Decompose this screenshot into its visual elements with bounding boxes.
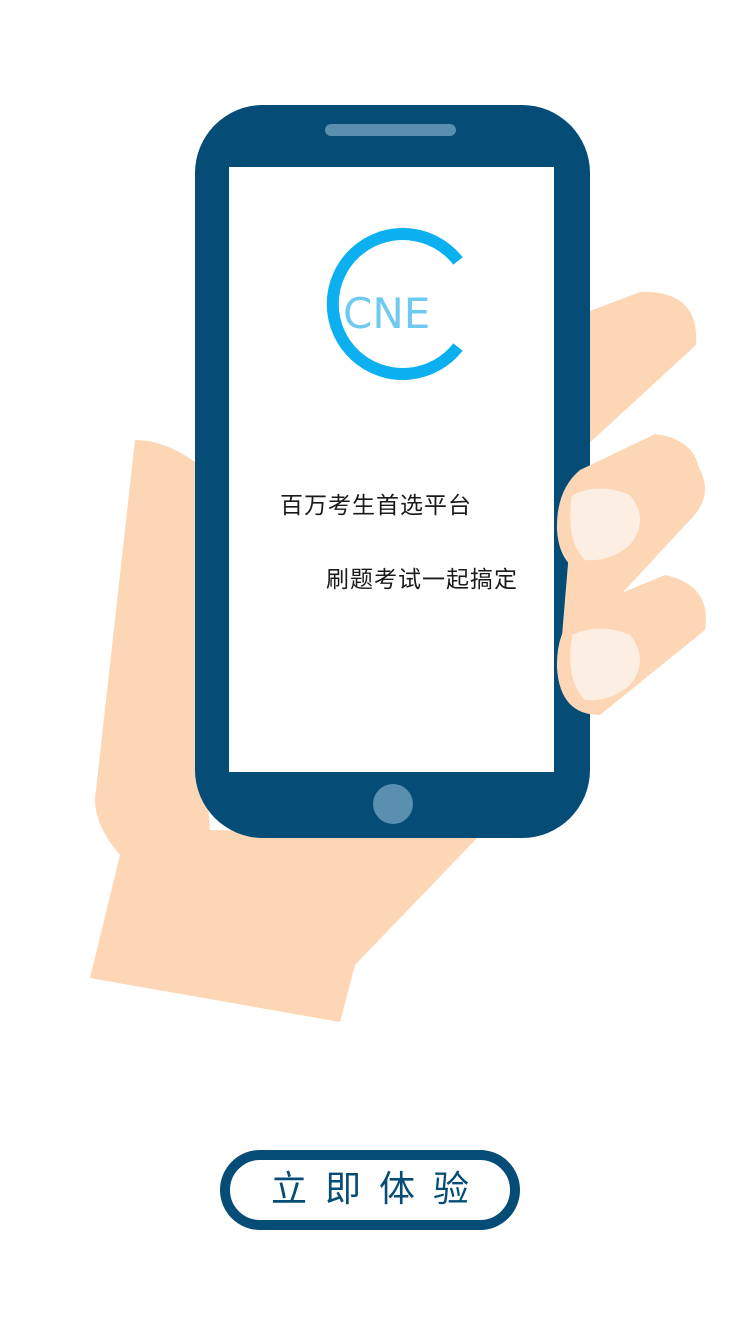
hand-holding-phone-illustration: CNE <box>90 105 706 1022</box>
speaker-slot <box>325 124 456 136</box>
splash-page: CNE 百万考生首选平台 刷题考试一起搞定 立即体验 <box>0 0 750 1334</box>
try-now-button[interactable]: 立即体验 <box>220 1150 520 1230</box>
try-now-label: 立即体验 <box>270 1169 487 1210</box>
front-fingers <box>556 434 706 715</box>
tagline-secondary: 刷题考试一起搞定 <box>326 567 518 593</box>
phone <box>195 105 590 838</box>
tagline-primary: 百万考生首选平台 <box>280 493 472 519</box>
logo-text: CNE <box>343 289 430 338</box>
home-button <box>373 784 413 824</box>
phone-screen <box>229 167 554 772</box>
